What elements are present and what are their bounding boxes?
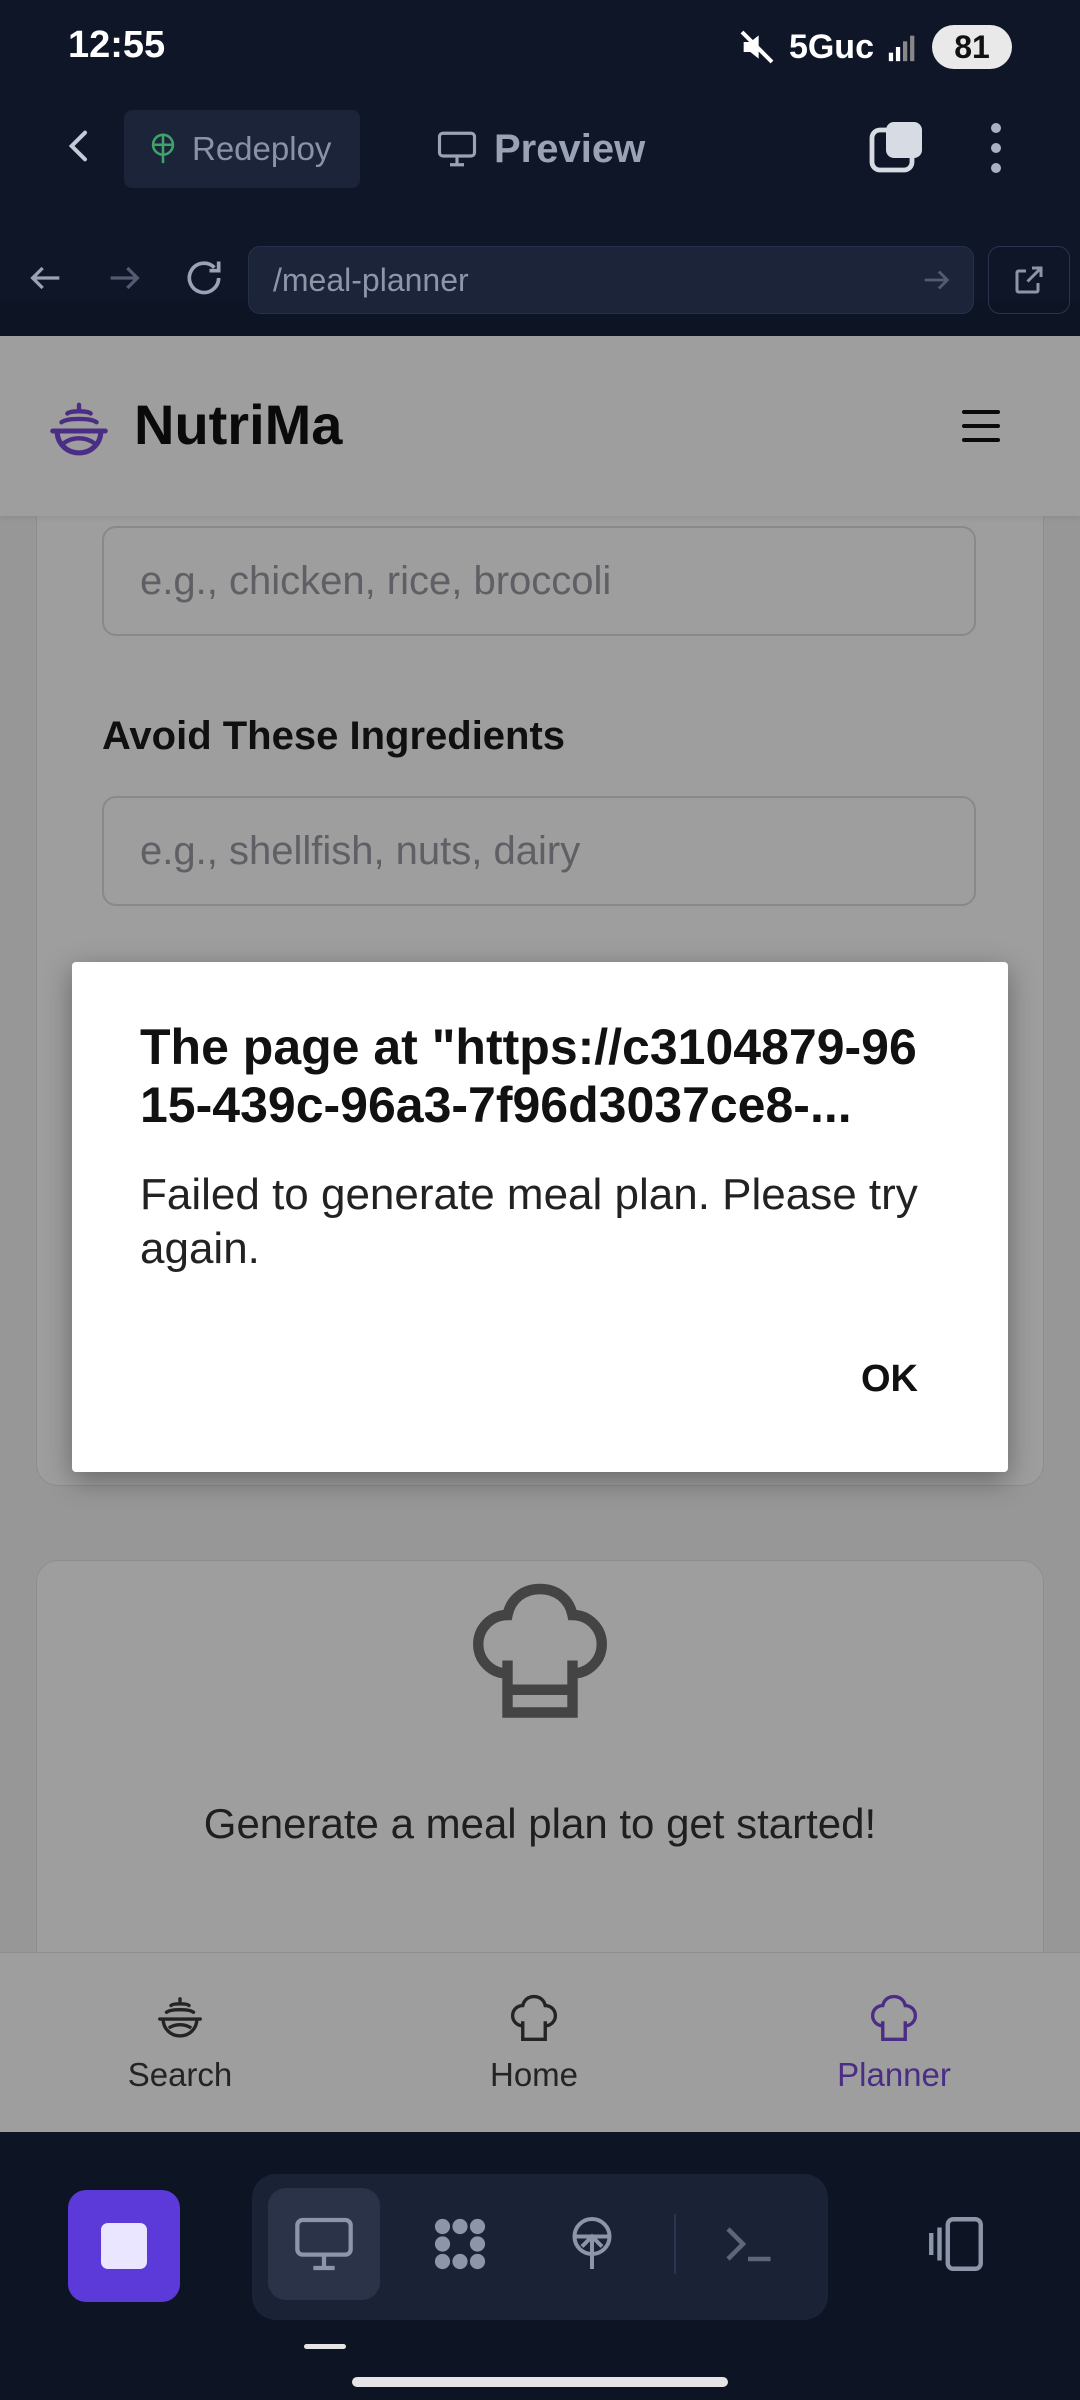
tabs-icon — [869, 122, 922, 173]
dock-separator — [674, 2214, 676, 2274]
status-time: 12:55 — [68, 24, 166, 66]
deploy-icon — [151, 133, 175, 164]
status-icons: 5Guc 81 — [737, 22, 1012, 72]
external-link-icon — [1015, 266, 1043, 294]
url-text: /meal-planner — [273, 261, 469, 298]
dialog-message: Failed to generate meal plan. Please try… — [140, 1170, 918, 1273]
battery-indicator: 81 — [932, 25, 1012, 69]
agent-view-button[interactable] — [404, 2188, 516, 2300]
alert-dialog: The page at "https://c3104879-9615-439c-… — [72, 962, 1008, 1472]
url-bar[interactable]: /meal-planner — [248, 246, 974, 314]
redeploy-button[interactable]: Redeploy — [124, 110, 360, 188]
dock-handle — [304, 2344, 346, 2349]
nodes-icon — [434, 2218, 486, 2270]
home-indicator[interactable] — [352, 2377, 728, 2387]
stop-icon — [101, 2223, 147, 2269]
device-switch-button[interactable] — [918, 2206, 994, 2282]
deploy-view-button[interactable] — [536, 2188, 648, 2300]
preview-label: Preview — [494, 126, 646, 171]
arrow-right-icon — [110, 266, 140, 290]
ok-button[interactable]: OK — [861, 1358, 918, 1401]
network-label: 5Guc — [788, 27, 874, 66]
status-bar: 12:55 5Guc 81 — [0, 0, 1080, 96]
back-button[interactable] — [50, 96, 110, 196]
reload-icon — [187, 261, 221, 295]
mute-icon — [740, 30, 774, 64]
go-arrow-icon[interactable] — [919, 263, 953, 297]
preview-view-button[interactable] — [268, 2188, 380, 2300]
more-options-button[interactable] — [974, 116, 1018, 180]
dialog-title: The page at "https://c3104879-9615-439c-… — [140, 1019, 917, 1133]
deploy-icon — [572, 2217, 612, 2269]
monitor-icon — [295, 2217, 353, 2271]
arrow-left-icon — [30, 266, 60, 290]
view-switcher — [252, 2174, 828, 2320]
tabs-button[interactable] — [866, 116, 930, 180]
open-external-button[interactable] — [988, 246, 1070, 314]
browser-forward-button[interactable] — [96, 250, 152, 306]
devices-icon — [929, 2217, 983, 2271]
reload-button[interactable] — [176, 250, 232, 306]
terminal-icon — [726, 2227, 771, 2262]
redeploy-label: Redeploy — [192, 130, 332, 167]
chevron-left-icon — [68, 130, 87, 162]
editor-toolbar: Redeploy Preview /meal-planner — [0, 96, 1080, 314]
signal-icon — [888, 35, 915, 62]
browser-back-button[interactable] — [18, 250, 74, 306]
preview-button[interactable]: Preview — [436, 110, 645, 188]
bottom-dock — [0, 2132, 1080, 2400]
battery-level: 81 — [954, 28, 990, 65]
monitor-icon — [437, 131, 477, 167]
stop-button[interactable] — [68, 2190, 180, 2302]
terminal-view-button[interactable] — [692, 2188, 804, 2300]
